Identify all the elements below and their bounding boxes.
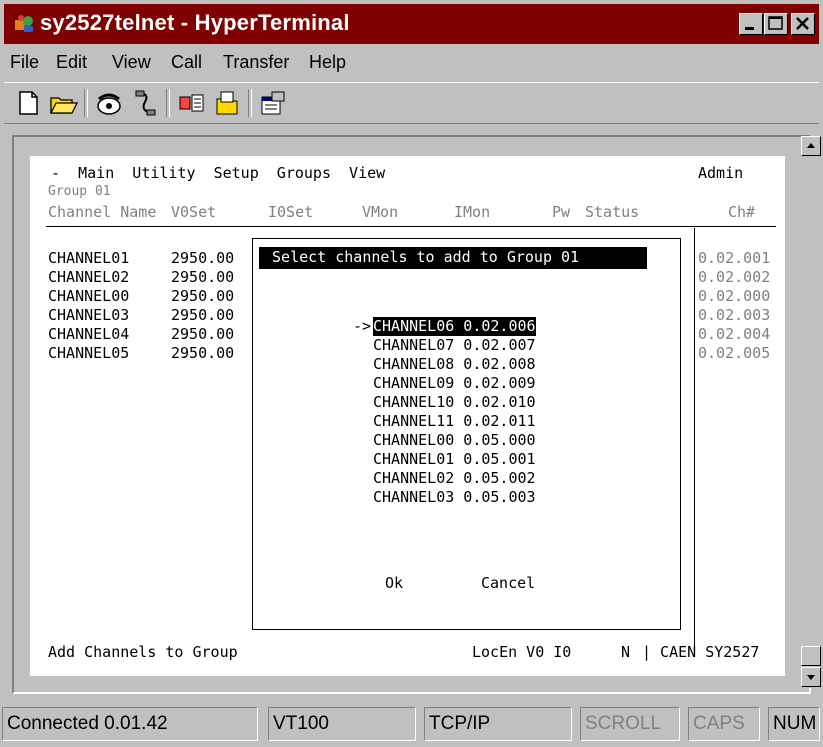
header-ch: Ch# (728, 203, 756, 221)
user-role: Admin (698, 164, 744, 182)
channel-v0set: 2950.00 (171, 344, 235, 362)
bottom-caen: | CAEN SY2527 (642, 643, 760, 661)
connect-phone-icon[interactable] (94, 89, 124, 117)
status-bar: Connected 0.01.42 VT100 TCP/IP SCROLL CA… (0, 705, 823, 747)
open-folder-icon[interactable] (48, 89, 79, 117)
header-divider (46, 226, 776, 227)
menu-help[interactable]: Help (309, 52, 346, 73)
menu-transfer[interactable]: Transfer (223, 52, 289, 73)
channel-number: 0.02.001 (698, 249, 771, 267)
channel-v0set: 2950.00 (171, 268, 235, 286)
channel-v0set: 2950.00 (171, 249, 235, 267)
title-bar[interactable]: sy2527telnet - HyperTerminal (4, 4, 819, 44)
channel-v0set: 2950.00 (171, 287, 235, 305)
group-label: Group 01 (48, 184, 111, 199)
close-button[interactable] (791, 13, 815, 35)
header-channel-name: Channel Name (48, 203, 157, 221)
bottom-help-text: Add Channels to Group (48, 643, 238, 661)
channel-v0set: 2950.00 (171, 306, 235, 324)
hyperterminal-app-icon[interactable] (12, 12, 36, 36)
channel-number: 0.02.002 (698, 268, 771, 286)
list-item[interactable]: CHANNEL09 0.02.009 (373, 374, 536, 393)
vertical-scrollbar[interactable] (801, 136, 821, 688)
send-icon[interactable] (176, 89, 206, 117)
header-vmon: VMon (362, 203, 399, 221)
new-document-icon[interactable] (14, 89, 44, 117)
disconnect-icon[interactable] (130, 89, 160, 117)
window-title: sy2527telnet - HyperTerminal (40, 10, 350, 35)
bottom-n: N (621, 643, 631, 661)
maximize-button[interactable] (764, 13, 788, 35)
list-item[interactable]: CHANNEL02 0.05.002 (373, 469, 536, 488)
scroll-thumb[interactable] (801, 646, 821, 666)
status-emulation: VT100 (268, 707, 416, 741)
toolbar-separator (84, 89, 88, 117)
channel-name: CHANNEL01 (48, 249, 130, 267)
selection-cursor: -> (353, 317, 372, 335)
list-item[interactable]: CHANNEL11 0.02.011 (373, 412, 536, 431)
channel-number: 0.02.003 (698, 306, 771, 324)
menu-edit[interactable]: Edit (56, 52, 87, 73)
header-imon: IMon (454, 203, 491, 221)
header-i0set: I0Set (268, 203, 314, 221)
list-item[interactable]: CHANNEL01 0.05.001 (373, 450, 536, 469)
channel-number: 0.02.000 (698, 287, 771, 305)
terminal-menu-line[interactable]: - Main Utility Setup Groups View (42, 164, 385, 183)
menu-call[interactable]: Call (171, 52, 202, 73)
ok-button[interactable]: Ok (385, 574, 403, 593)
channel-number: 0.02.005 (698, 344, 771, 362)
column-divider (694, 228, 695, 648)
dialog-title: Select channels to add to Group 01 (263, 248, 580, 266)
properties-icon[interactable] (258, 89, 288, 117)
scroll-up-button[interactable] (801, 136, 821, 156)
list-item[interactable]: CHANNEL08 0.02.008 (373, 355, 536, 374)
header-pw: Pw (552, 203, 571, 221)
channel-v0set: 2950.00 (171, 325, 235, 343)
list-item[interactable]: CHANNEL07 0.02.007 (373, 336, 536, 355)
channel-name: CHANNEL05 (48, 344, 130, 362)
header-status: Status (585, 203, 640, 221)
status-connected: Connected 0.01.42 (2, 707, 258, 741)
cancel-button[interactable]: Cancel (481, 574, 535, 593)
bottom-locen: LocEn V0 I0 (472, 643, 572, 661)
status-protocol: TCP/IP (424, 707, 572, 741)
scroll-down-button[interactable] (801, 667, 821, 687)
header-v0set: V0Set (171, 203, 217, 221)
list-item[interactable]: CHANNEL03 0.05.003 (373, 488, 536, 507)
channel-name: CHANNEL02 (48, 268, 130, 286)
dialog-title-bar: Select channels to add to Group 01 (259, 247, 647, 269)
toolbar-separator (248, 89, 252, 117)
menu-file[interactable]: File (10, 52, 39, 73)
list-item-selected[interactable]: CHANNEL06 0.02.006 (373, 317, 536, 336)
receive-icon[interactable] (212, 89, 242, 117)
toolbar (4, 82, 819, 124)
select-channels-dialog: Select channels to add to Group 01 -> CH… (252, 238, 681, 630)
list-item[interactable]: CHANNEL10 0.02.010 (373, 393, 536, 412)
status-scroll: SCROLL (580, 707, 680, 741)
channel-name: CHANNEL00 (48, 287, 130, 305)
minimize-button[interactable] (739, 13, 763, 35)
channel-number: 0.02.004 (698, 325, 771, 343)
channel-name: CHANNEL04 (48, 325, 130, 343)
status-caps: CAPS (688, 707, 760, 741)
list-item[interactable]: CHANNEL00 0.05.000 (373, 431, 536, 450)
menu-view[interactable]: View (112, 52, 151, 73)
status-num: NUM (768, 707, 820, 741)
hyperterminal-window: sy2527telnet - HyperTerminal File Edit V… (0, 0, 823, 747)
channel-name: CHANNEL03 (48, 306, 130, 324)
toolbar-separator (166, 89, 170, 117)
